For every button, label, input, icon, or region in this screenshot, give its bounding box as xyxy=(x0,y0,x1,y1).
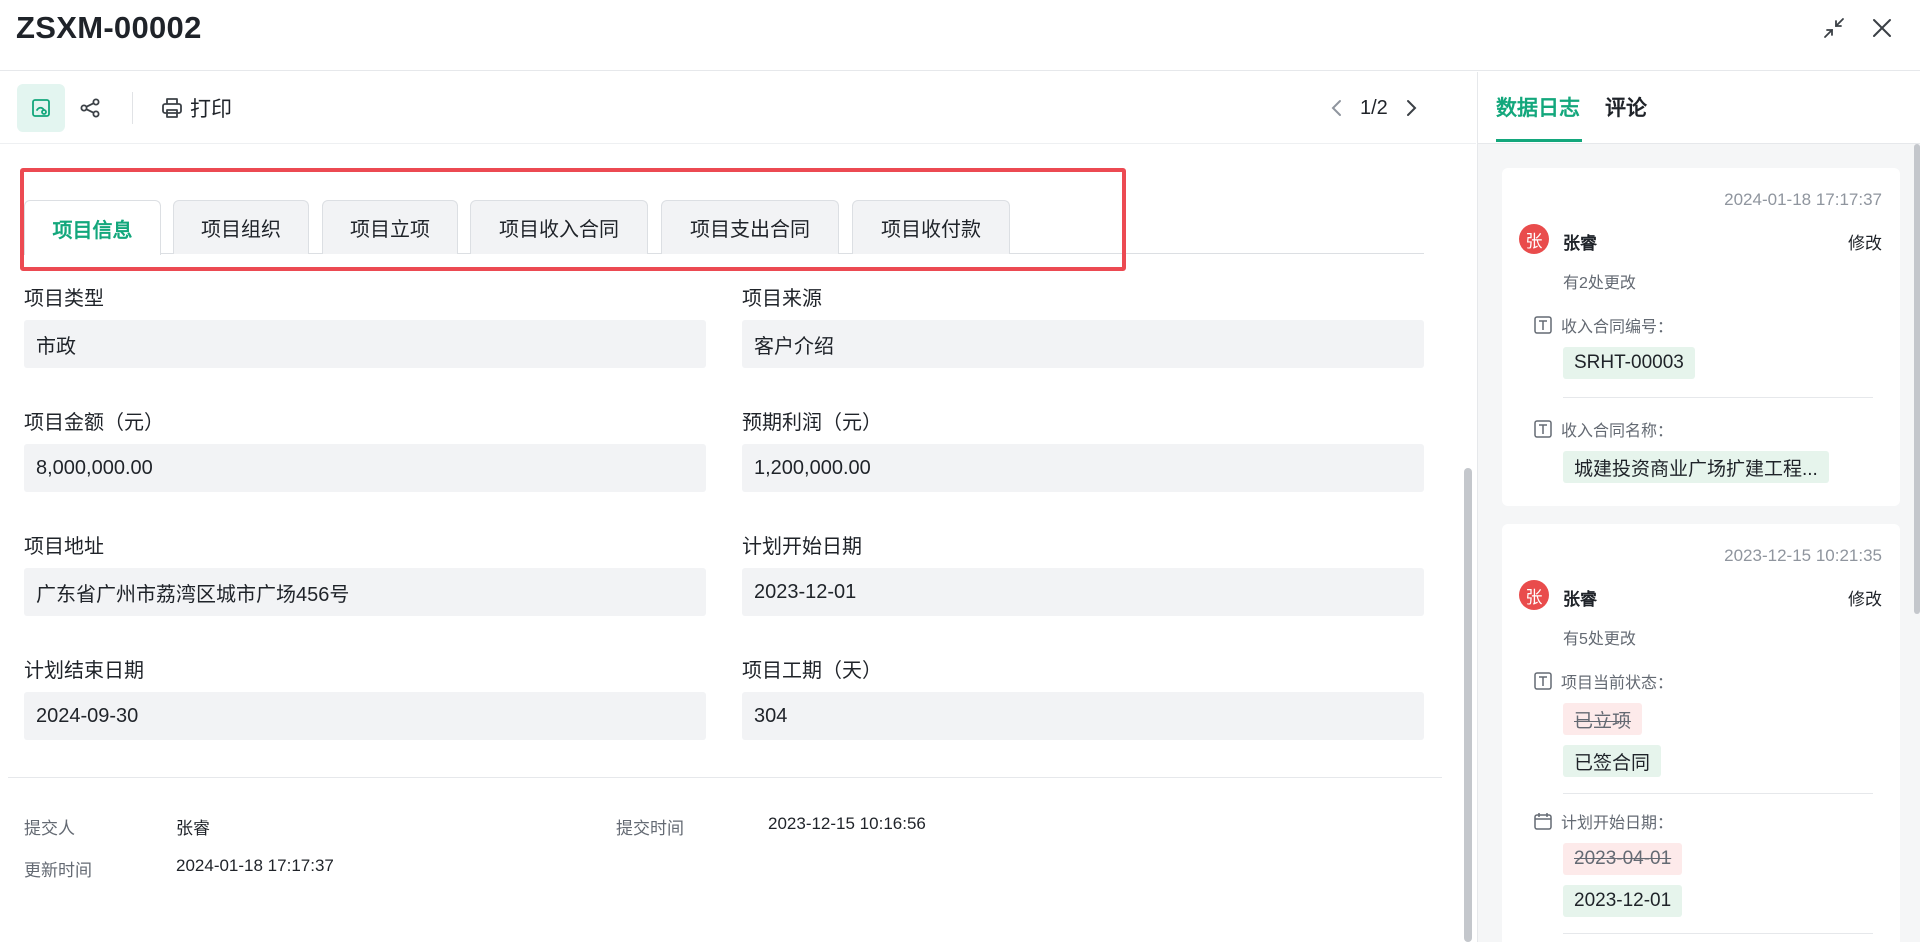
tab-comments[interactable]: 评论 xyxy=(1605,92,1647,122)
chevron-right-icon xyxy=(1406,100,1417,116)
change-old-value: 2023-04-01 xyxy=(1563,843,1683,875)
change-field: 收入合同名称： xyxy=(1533,417,1673,441)
next-record-button[interactable] xyxy=(1396,90,1426,126)
plan-start-value: 2023-12-01 xyxy=(742,568,1424,616)
project-type-value: 市政 xyxy=(24,320,706,368)
change-separator xyxy=(1563,933,1873,934)
project-type-label: 项目类型 xyxy=(24,288,104,310)
avatar: 张 xyxy=(1519,580,1549,610)
text-field-icon xyxy=(1534,420,1552,438)
change-field-label: 计划开始日期： xyxy=(1561,815,1674,832)
close-icon[interactable] xyxy=(1868,14,1896,42)
submitter-value: 张睿 xyxy=(176,819,210,838)
detail-view-button[interactable] xyxy=(17,84,65,132)
title-bar: ZSXM-00002 xyxy=(0,0,1920,71)
tab-project-info[interactable]: 项目信息 xyxy=(24,200,161,255)
tab-income-contract[interactable]: 项目收入合同 xyxy=(470,200,648,254)
project-address-label: 项目地址 xyxy=(24,536,104,558)
log-summary: 有2处更改 xyxy=(1563,275,1636,292)
change-new-value: SRHT-00003 xyxy=(1563,347,1695,379)
log-entry: 2024-01-18 17:17:37 张 张睿 修改 有2处更改 收入合同编号… xyxy=(1502,168,1900,506)
page-title: ZSXM-00002 xyxy=(16,10,202,45)
prev-record-button[interactable] xyxy=(1322,90,1352,126)
tab-project-setup[interactable]: 项目立项 xyxy=(322,200,458,254)
avatar: 张 xyxy=(1519,224,1549,254)
collapse-icon[interactable] xyxy=(1820,14,1848,42)
change-field-label: 收入合同编号： xyxy=(1561,319,1674,336)
print-label: 打印 xyxy=(190,98,232,121)
duration-value: 304 xyxy=(742,692,1424,740)
plan-end-label: 计划结束日期 xyxy=(24,660,144,682)
submitter-label: 提交人 xyxy=(24,819,75,838)
change-field-label: 收入合同名称： xyxy=(1561,423,1674,440)
meta-divider xyxy=(8,777,1442,778)
tab-payments[interactable]: 项目收付款 xyxy=(852,200,1010,254)
change-separator xyxy=(1563,793,1873,794)
printer-icon xyxy=(162,98,182,118)
change-field: 项目当前状态： xyxy=(1533,669,1673,693)
change-new-value: 城建投资商业广场扩建工程... xyxy=(1563,451,1829,483)
expected-profit-label: 预期利润（元） xyxy=(742,412,882,434)
tab-data-log[interactable]: 数据日志 xyxy=(1496,92,1580,122)
project-source-value: 客户介绍 xyxy=(742,320,1424,368)
pager-count: 1/2 xyxy=(1360,96,1388,119)
log-user: 张睿 xyxy=(1563,234,1597,253)
calendar-icon xyxy=(1534,813,1552,830)
submit-time-value: 2023-12-15 10:16:56 xyxy=(768,814,926,833)
log-summary: 有5处更改 xyxy=(1563,631,1636,648)
change-field-label: 项目当前状态： xyxy=(1561,675,1674,692)
change-field: 计划开始日期： xyxy=(1533,809,1673,833)
change-separator xyxy=(1563,397,1873,398)
text-field-icon xyxy=(1534,672,1552,690)
change-old-value: 已立项 xyxy=(1563,703,1643,735)
duration-label: 项目工期（天） xyxy=(742,660,882,682)
submit-time-label: 提交时间 xyxy=(616,819,684,838)
active-tab-underline xyxy=(1496,139,1582,142)
record-pager: 1/2 xyxy=(1322,90,1426,126)
log-entry: 2023-12-15 10:21:35 张 张睿 修改 有5处更改 项目当前状态… xyxy=(1502,524,1900,942)
log-action: 修改 xyxy=(1848,234,1882,253)
project-address-value: 广东省广州市荔湾区城市广场456号 xyxy=(24,568,706,616)
side-panel: 数据日志 评论 2024-01-18 17:17:37 张 张睿 修改 有2处更… xyxy=(1477,72,1920,942)
main-panel: 打印 1/2 项目信息 项目组织 项目立项 项目收入合同 项目支出合同 项目收付… xyxy=(0,72,1476,942)
chevron-left-icon xyxy=(1331,100,1341,116)
change-new-value: 2023-12-01 xyxy=(1563,885,1683,917)
log-time: 2024-01-18 17:17:37 xyxy=(1724,190,1882,209)
project-amount-label: 项目金额（元） xyxy=(24,412,164,434)
expected-profit-value: 1,200,000.00 xyxy=(742,444,1424,492)
update-time-value: 2024-01-18 17:17:37 xyxy=(176,856,334,875)
project-amount-value: 8,000,000.00 xyxy=(24,444,706,492)
update-time-label: 更新时间 xyxy=(24,861,92,880)
tab-project-org[interactable]: 项目组织 xyxy=(173,200,309,254)
toolbar-divider xyxy=(132,92,133,124)
print-button[interactable]: 打印 xyxy=(160,90,232,126)
form-view-icon xyxy=(32,99,50,117)
share-icon xyxy=(80,98,100,118)
change-new-value: 已签合同 xyxy=(1563,745,1662,777)
log-user: 张睿 xyxy=(1563,590,1597,609)
plan-end-value: 2024-09-30 xyxy=(24,692,706,740)
text-field-icon xyxy=(1534,316,1552,334)
tab-expense-contract[interactable]: 项目支出合同 xyxy=(661,200,839,254)
log-action: 修改 xyxy=(1848,590,1882,609)
change-field: 收入合同编号： xyxy=(1533,313,1673,337)
toolbar: 打印 1/2 xyxy=(0,72,1476,144)
share-button[interactable] xyxy=(66,84,114,132)
side-tabs: 数据日志 评论 xyxy=(1478,72,1920,144)
plan-start-label: 计划开始日期 xyxy=(742,536,862,558)
side-scrollbar[interactable] xyxy=(1914,144,1920,614)
project-source-label: 项目来源 xyxy=(742,288,822,310)
main-scrollbar[interactable] xyxy=(1464,468,1472,942)
log-time: 2023-12-15 10:21:35 xyxy=(1724,546,1882,565)
record-tabs: 项目信息 项目组织 项目立项 项目收入合同 项目支出合同 项目收付款 xyxy=(24,200,1424,255)
